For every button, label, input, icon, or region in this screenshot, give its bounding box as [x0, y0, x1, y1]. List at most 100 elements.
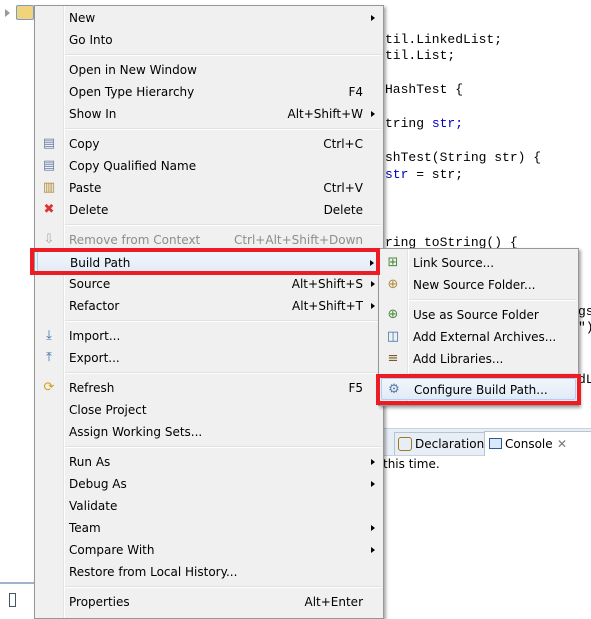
- menu-item-copy[interactable]: ▤ Copy Ctrl+C: [37, 133, 381, 155]
- menu-separator: [65, 372, 381, 374]
- menu-item-close-project[interactable]: Close Project: [37, 399, 381, 421]
- menu-item-add-external-archives[interactable]: ◫ Add External Archives...: [381, 326, 576, 348]
- use-source-folder-icon: ⊕: [387, 307, 399, 322]
- code-line: "): [578, 320, 591, 335]
- code-line: gs: [578, 304, 591, 319]
- menu-item-debug-as[interactable]: Debug As: [37, 473, 381, 495]
- refresh-icon: ⟳: [43, 380, 55, 395]
- menu-item-new-source-folder[interactable]: ⊕ New Source Folder...: [381, 274, 576, 296]
- menu-item-link-source[interactable]: ⊞ Link Source...: [381, 252, 576, 274]
- menu-item-label: Restore from Local History...: [69, 565, 238, 579]
- console-icon: [489, 438, 502, 449]
- submenu-arrow-icon: [371, 547, 375, 553]
- menu-item-label: Run As: [69, 455, 111, 469]
- menu-item-properties[interactable]: Properties Alt+Enter: [37, 591, 381, 613]
- shortcut-label: Ctrl+C: [323, 137, 363, 151]
- menu-item-label: Add Libraries...: [413, 352, 504, 366]
- menu-item-label: Source: [69, 277, 111, 291]
- menu-item-label: Validate: [69, 499, 118, 513]
- menu-item-refactor[interactable]: Refactor Alt+Shift+T: [37, 295, 381, 317]
- shortcut-label: F4: [348, 85, 363, 99]
- declaration-icon: [398, 437, 412, 451]
- menu-item-restore-from-local-history[interactable]: Restore from Local History...: [37, 561, 381, 583]
- expand-arrow-icon[interactable]: [5, 9, 10, 17]
- shortcut-label: F5: [348, 381, 363, 395]
- menu-separator: [65, 446, 381, 448]
- menu-item-label: Debug As: [69, 477, 127, 491]
- menu-item-open-in-new-window[interactable]: Open in New Window: [37, 59, 381, 81]
- paste-icon: ▥: [42, 180, 56, 195]
- archive-icon: ◫: [386, 329, 400, 344]
- shortcut-label: Ctrl+V: [323, 181, 363, 195]
- highlight-box-configure-build-path: [376, 374, 581, 405]
- menu-item-label: Show In: [69, 107, 117, 121]
- tab-label: Declaration: [415, 437, 485, 451]
- tab-console[interactable]: Console ✕: [484, 431, 591, 456]
- menu-item-label: Open Type Hierarchy: [69, 85, 195, 99]
- menu-item-delete[interactable]: ✖ Delete Delete: [37, 199, 381, 221]
- menu-item-open-type-hierarchy[interactable]: Open Type Hierarchy F4: [37, 81, 381, 103]
- menu-separator: [65, 586, 381, 588]
- menu-item-label: New Source Folder...: [413, 278, 536, 292]
- menu-item-label: Copy: [69, 137, 100, 151]
- menu-item-use-as-source-folder[interactable]: ⊕ Use as Source Folder: [381, 304, 576, 326]
- menu-item-assign-working-sets[interactable]: Assign Working Sets...: [37, 421, 381, 443]
- code-line: til.LinkedList;: [385, 32, 503, 47]
- code-line: til.List;: [385, 48, 456, 63]
- menu-item-compare-with[interactable]: Compare With: [37, 539, 381, 561]
- import-icon: ⤓: [46, 328, 52, 343]
- menu-item-refresh[interactable]: ⟳ Refresh F5: [37, 377, 381, 399]
- menu-item-label: Close Project: [69, 403, 147, 417]
- menu-item-label: Open in New Window: [69, 63, 197, 77]
- menu-item-label: Assign Working Sets...: [69, 425, 203, 439]
- menu-item-label: New: [69, 11, 96, 25]
- remove-context-icon: ⇩: [43, 232, 55, 247]
- menu-item-source[interactable]: Source Alt+Shift+S: [37, 273, 381, 295]
- code-field: str: [385, 167, 409, 182]
- submenu-arrow-icon: [371, 303, 375, 309]
- code-field: str;: [431, 116, 464, 131]
- menu-item-team[interactable]: Team: [37, 517, 381, 539]
- menu-item-paste[interactable]: ▥ Paste Ctrl+V: [37, 177, 381, 199]
- export-icon: ⤒: [46, 350, 52, 365]
- submenu-arrow-icon: [371, 281, 375, 287]
- tab-label: Console: [505, 437, 553, 451]
- project-folder-icon[interactable]: [16, 5, 34, 20]
- code-text: tring: [385, 116, 432, 131]
- menu-item-label: Copy Qualified Name: [69, 159, 197, 173]
- menu-item-import[interactable]: ⤓ Import...: [37, 325, 381, 347]
- highlight-box-build-path: [30, 248, 380, 275]
- menu-item-label: Compare With: [69, 543, 155, 557]
- delete-icon: ✖: [43, 202, 55, 217]
- menu-item-new[interactable]: New: [37, 7, 381, 29]
- menu-item-label: Add External Archives...: [413, 330, 557, 344]
- menu-item-add-libraries[interactable]: ≡ Add Libraries...: [381, 348, 576, 370]
- copy-qualified-name-icon: ▤: [42, 158, 56, 173]
- menu-item-label: Import...: [69, 329, 121, 343]
- submenu-arrow-icon: [371, 15, 375, 21]
- code-line: tring str;: [385, 116, 463, 131]
- menu-separator: [65, 224, 381, 226]
- menu-item-label: Delete: [69, 203, 109, 217]
- submenu-arrow-icon: [371, 481, 375, 487]
- code-text: = str;: [408, 167, 464, 182]
- submenu-arrow-icon: [371, 525, 375, 531]
- menu-separator: [65, 320, 381, 322]
- menu-item-copy-qualified-name[interactable]: ▤ Copy Qualified Name: [37, 155, 381, 177]
- libraries-icon: ≡: [387, 351, 399, 366]
- menu-item-validate[interactable]: Validate: [37, 495, 381, 517]
- menu-item-run-as[interactable]: Run As: [37, 451, 381, 473]
- link-source-icon: ⊞: [387, 255, 399, 270]
- menu-item-label: Refresh: [69, 381, 115, 395]
- menu-item-label: Refactor: [69, 299, 120, 313]
- menu-item-show-in[interactable]: Show In Alt+Shift+W: [37, 103, 381, 125]
- submenu-arrow-icon: [371, 111, 375, 117]
- menu-item-go-into[interactable]: Go Into: [37, 29, 381, 51]
- menu-item-export[interactable]: ⤒ Export...: [37, 347, 381, 369]
- menu-separator: [65, 54, 381, 56]
- shortcut-label: Alt+Shift+S: [291, 277, 363, 291]
- menu-item-label: Team: [69, 521, 101, 535]
- close-icon[interactable]: ✕: [557, 432, 567, 456]
- package-explorer: [0, 0, 34, 616]
- new-view-icon[interactable]: [9, 593, 16, 607]
